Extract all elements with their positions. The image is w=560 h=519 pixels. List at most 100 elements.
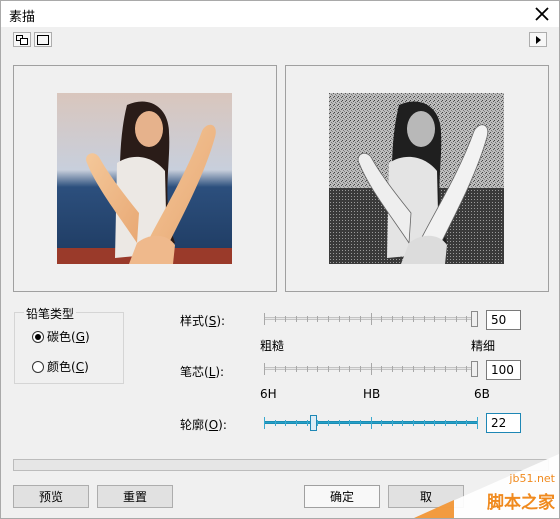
style-label: 样式(S): (180, 314, 226, 328)
pencil-type-title: 铅笔类型 (24, 305, 77, 322)
slider-tick (445, 366, 446, 372)
radio-color-indicator[interactable] (32, 360, 44, 373)
title-bar: 素描 (1, 1, 559, 27)
dual-preview-icon (16, 34, 28, 45)
slider-tick (296, 316, 297, 322)
outline-value-field[interactable]: 22 (486, 413, 521, 433)
slider-tick (466, 420, 467, 426)
radio-color-label: 颜色(C) (47, 360, 89, 374)
pencil-type-group: 铅笔类型 碳色(G) 颜色(C) (14, 305, 124, 384)
slider-tick (413, 420, 414, 426)
sketch-dialog: 素描 铅笔类型 碳色(G) 颜色(C) 样式(S): 50 粗糙 精细 笔芯(L… (0, 0, 560, 519)
slider-tick (317, 420, 318, 426)
radio-graphite-label: 碳色(G) (47, 330, 90, 344)
dual-preview-button[interactable] (13, 32, 31, 47)
slider-tick (275, 420, 276, 426)
single-preview-button[interactable] (34, 32, 52, 47)
lead-label-mid: HB (363, 387, 381, 401)
slider-tick (296, 366, 297, 372)
slider-tick (424, 366, 425, 372)
slider-tick (424, 316, 425, 322)
outline-label: 轮廓(O): (180, 418, 227, 432)
slider-tick (296, 420, 297, 426)
slider-tick (264, 417, 265, 429)
slider-thumb[interactable] (471, 311, 478, 327)
slider-tick (360, 316, 361, 322)
lead-label-soft: 6B (474, 387, 490, 401)
original-preview-pane (13, 65, 277, 292)
slider-tick (317, 316, 318, 322)
slider-tick (402, 316, 403, 322)
slider-tick (456, 366, 457, 372)
slider-tick (328, 366, 329, 372)
slider-tick (456, 316, 457, 322)
slider-tick (434, 316, 435, 322)
slider-tick (371, 313, 372, 325)
result-preview-pane (285, 65, 549, 292)
ok-button[interactable]: 确定 (304, 485, 380, 508)
watermark-site: jb51.net (509, 472, 555, 485)
slider-tick (264, 363, 265, 375)
slider-tick (285, 316, 286, 322)
slider-tick (360, 420, 361, 426)
slider-tick (339, 420, 340, 426)
slider-tick (328, 316, 329, 322)
slider-tick (424, 420, 425, 426)
lead-label: 笔芯(L): (180, 365, 225, 379)
slider-tick (466, 366, 467, 372)
slider-tick (445, 316, 446, 322)
single-preview-icon (37, 34, 49, 45)
slider-tick (349, 366, 350, 372)
slider-tick (434, 420, 435, 426)
slider-tick (381, 316, 382, 322)
style-max-label: 精细 (471, 339, 496, 353)
radio-graphite-indicator[interactable] (32, 330, 44, 343)
expand-arrow-icon (536, 35, 541, 44)
slider-tick (371, 363, 372, 375)
slider-tick (381, 366, 382, 372)
slider-tick (360, 366, 361, 372)
slider-tick (402, 420, 403, 426)
slider-tick (349, 316, 350, 322)
slider-tick (307, 420, 308, 426)
slider-tick (413, 366, 414, 372)
close-icon (535, 7, 549, 21)
slider-tick (434, 366, 435, 372)
slider-tick (392, 366, 393, 372)
radio-graphite[interactable]: 碳色(G) (32, 328, 90, 345)
style-min-label: 粗糙 (260, 339, 285, 353)
slider-tick (477, 417, 478, 429)
watermark-overlay: jb51.net 脚本之家 (414, 454, 559, 518)
style-slider[interactable] (264, 311, 478, 327)
slider-tick (285, 366, 286, 372)
dialog-title: 素描 (9, 10, 36, 25)
slider-thumb[interactable] (310, 415, 317, 431)
expand-panel-button[interactable] (529, 32, 547, 47)
preview-button[interactable]: 预览 (13, 485, 89, 508)
slider-tick (339, 316, 340, 322)
slider-tick (456, 420, 457, 426)
slider-tick (275, 366, 276, 372)
original-photo (57, 93, 232, 264)
style-value-field[interactable]: 50 (486, 310, 521, 330)
slider-thumb[interactable] (471, 361, 478, 377)
lead-slider[interactable] (264, 361, 478, 377)
lead-value-field[interactable]: 100 (486, 360, 521, 380)
slider-tick (317, 366, 318, 372)
slider-tick (339, 366, 340, 372)
slider-tick (466, 316, 467, 322)
close-button[interactable] (525, 1, 559, 27)
lead-label-hard: 6H (260, 387, 277, 401)
reset-button[interactable]: 重置 (97, 485, 173, 508)
outline-slider[interactable] (264, 415, 478, 431)
slider-tick (392, 316, 393, 322)
slider-tick (371, 417, 372, 429)
slider-tick (349, 420, 350, 426)
slider-tick (264, 313, 265, 325)
slider-tick (381, 420, 382, 426)
watermark-brand: 脚本之家 (487, 493, 555, 513)
radio-color[interactable]: 颜色(C) (32, 358, 89, 375)
sketch-photo (329, 93, 504, 264)
slider-tick (445, 420, 446, 426)
slider-tick (392, 420, 393, 426)
